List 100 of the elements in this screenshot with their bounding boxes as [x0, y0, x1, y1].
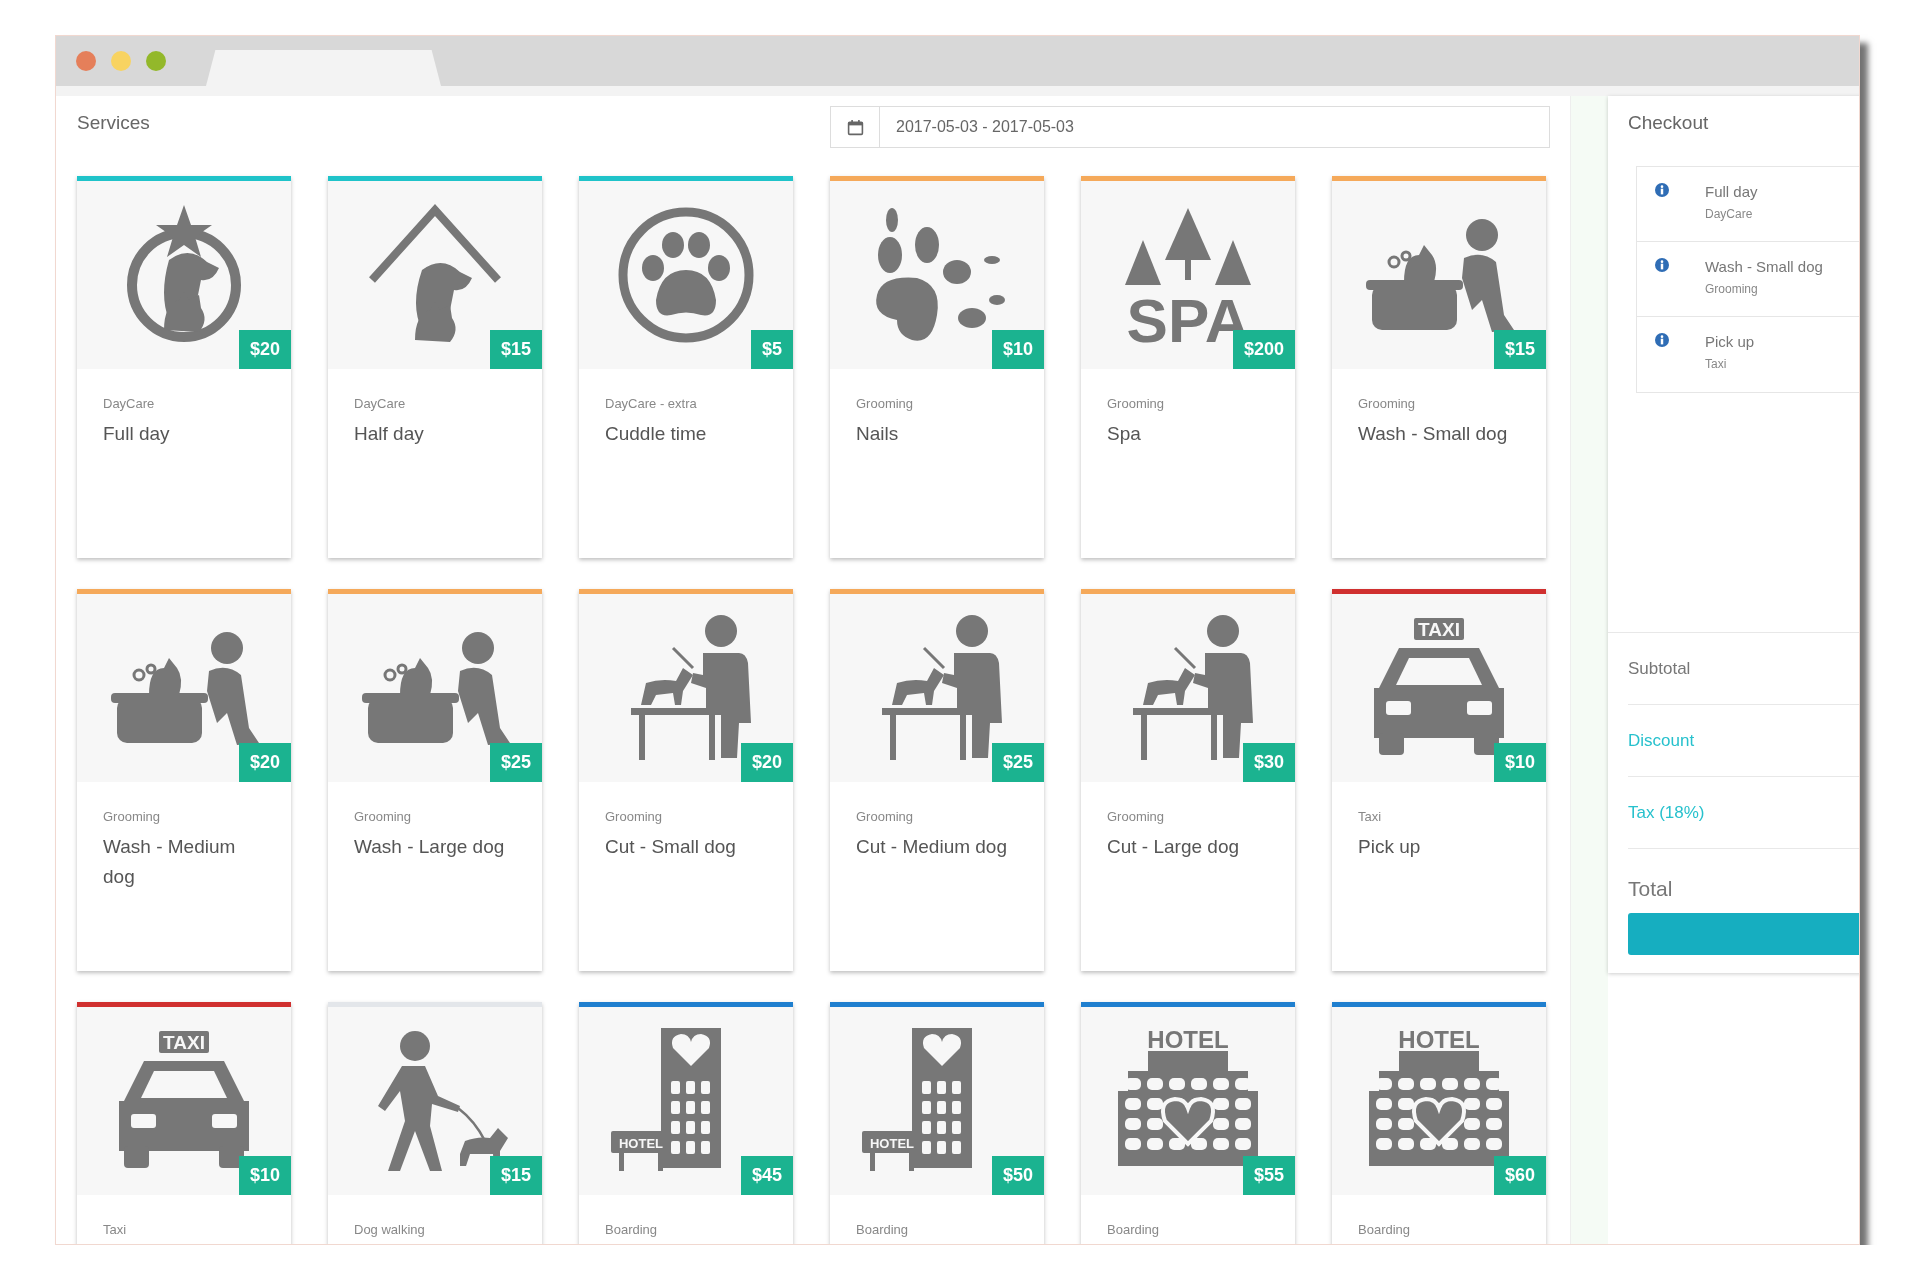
window-close-control[interactable]	[76, 51, 96, 71]
item-category: Taxi	[1705, 357, 1728, 371]
paw-circle-icon	[618, 207, 754, 343]
service-card[interactable]: $5 DayCare - extra Cuddle time	[579, 176, 793, 558]
service-name: Half day	[354, 422, 425, 446]
sign-text: TAXI	[163, 1032, 205, 1053]
hotel-tower-icon	[611, 1028, 721, 1171]
price-badge: $20	[238, 743, 291, 782]
service-card[interactable]: $15 Dog walking	[328, 1002, 542, 1244]
window-maximize-control[interactable]	[146, 51, 166, 71]
services-heading: Services	[77, 112, 150, 134]
price-badge: $5	[750, 330, 793, 369]
service-category: Grooming	[103, 809, 162, 824]
checkout-item[interactable]: Full day DayCare	[1637, 167, 1859, 242]
checkout-button[interactable]	[1628, 913, 1859, 955]
checkout-item[interactable]: Wash - Small dog Grooming	[1637, 242, 1859, 317]
service-category: Boarding	[1107, 1222, 1161, 1237]
sign-text: TAXI	[1418, 619, 1460, 640]
service-name: Wash - Small dog	[1358, 422, 1509, 446]
item-name: Wash - Small dog	[1705, 258, 1823, 275]
summary-label: Subtotal	[1628, 658, 1691, 679]
summary-label: Total	[1628, 877, 1673, 901]
service-card[interactable]: HOTEL $50 Boarding	[830, 1002, 1044, 1244]
service-category: Boarding	[1358, 1222, 1412, 1237]
item-category: DayCare	[1705, 207, 1754, 221]
service-name: Pick up	[1358, 835, 1422, 859]
service-card[interactable]: $30 Grooming Cut - Large dog	[1081, 589, 1295, 971]
service-name: Spa	[1107, 422, 1142, 446]
service-name: Cut - Small dog	[605, 835, 737, 859]
service-category: Dog walking	[354, 1222, 426, 1237]
price-badge: $25	[991, 743, 1044, 782]
price-badge: $15	[489, 330, 542, 369]
service-category: Grooming	[856, 809, 915, 824]
service-card[interactable]: HOTEL $60 Boarding	[1332, 1002, 1546, 1244]
service-card[interactable]: $15 Grooming Wash - Small dog	[1332, 176, 1546, 558]
info-icon[interactable]	[1655, 258, 1669, 272]
calendar-icon	[846, 118, 864, 136]
paw-prints-icon	[876, 208, 1005, 341]
price-badge: $25	[489, 743, 542, 782]
item-category: Grooming	[1705, 282, 1759, 296]
checkout-item[interactable]: Pick up Taxi	[1637, 317, 1859, 392]
hotel-building-icon	[1369, 1051, 1509, 1166]
service-card[interactable]: $25 Grooming Cut - Medium dog	[830, 589, 1044, 971]
date-range-field[interactable]: 2017-05-03 - 2017-05-03	[830, 106, 1550, 148]
price-badge: $45	[740, 1156, 793, 1195]
sign-text: HOTEL	[1398, 1026, 1480, 1053]
dog-grooming-icon	[1133, 615, 1253, 760]
sign-text: HOTEL	[869, 1136, 915, 1151]
item-name: Pick up	[1705, 333, 1755, 350]
service-category: Grooming	[1107, 809, 1166, 824]
service-name: Wash - Medium dog	[103, 835, 237, 889]
sign-text: HOTEL	[1147, 1026, 1229, 1053]
taxi-icon	[119, 1031, 249, 1168]
service-category: Grooming	[354, 809, 413, 824]
price-badge: $10	[1493, 743, 1546, 782]
dog-bath-icon	[362, 632, 510, 745]
checkout-heading: Checkout	[1627, 111, 1710, 134]
service-category: DayCare - extra	[605, 396, 698, 411]
price-badge: $55	[1242, 1156, 1295, 1195]
service-name: Cut - Large dog	[1107, 835, 1241, 859]
hotel-tower-icon	[862, 1028, 972, 1171]
service-category: Grooming	[856, 396, 915, 411]
service-card[interactable]: HOTEL $55 Boarding	[1081, 1002, 1295, 1244]
service-card[interactable]: TAXI $10 Taxi Pick up	[1332, 589, 1546, 971]
service-category: Taxi	[103, 1222, 128, 1237]
service-card[interactable]: $10 Grooming Nails	[830, 176, 1044, 558]
service-card[interactable]: $20 Grooming Wash - Medium dog	[77, 589, 291, 971]
dog-grooming-icon	[882, 615, 1002, 760]
sign-text: HOTEL	[618, 1136, 664, 1151]
service-name: Cuddle time	[605, 422, 708, 446]
dog-grooming-icon	[631, 615, 751, 760]
price-badge: $10	[238, 1156, 291, 1195]
spa-trees-icon	[1125, 208, 1251, 285]
service-category: DayCare	[103, 396, 156, 411]
service-card[interactable]: $20 Grooming Cut - Small dog	[579, 589, 793, 971]
price-badge: $60	[1493, 1156, 1546, 1195]
service-category: Grooming	[1358, 396, 1417, 411]
service-name: Nails	[856, 422, 900, 446]
service-card[interactable]: $25 Grooming Wash - Large dog	[328, 589, 542, 971]
service-name: Cut - Medium dog	[856, 835, 1008, 859]
service-category: Grooming	[605, 809, 664, 824]
service-name: Wash - Large dog	[354, 835, 506, 859]
dog-bath-icon	[1366, 219, 1514, 332]
service-category: DayCare	[354, 396, 407, 411]
info-icon[interactable]	[1655, 183, 1669, 197]
service-card[interactable]: HOTEL $45 Boarding	[579, 1002, 793, 1244]
info-icon[interactable]	[1655, 333, 1669, 347]
dog-cat-star-icon	[127, 205, 241, 342]
price-badge: $15	[489, 1156, 542, 1195]
service-card[interactable]: $20 DayCare Full day	[77, 176, 291, 558]
hotel-building-icon	[1118, 1051, 1258, 1166]
service-card[interactable]: $15 DayCare Half day	[328, 176, 542, 558]
price-badge: $30	[1242, 743, 1295, 782]
taxi-icon	[1374, 618, 1504, 755]
item-name: Full day	[1705, 183, 1758, 200]
window-minimize-control[interactable]	[111, 51, 131, 71]
service-category: Taxi	[1358, 809, 1383, 824]
dog-cat-house-icon	[369, 204, 501, 342]
service-card[interactable]: TAXI $10 Taxi	[77, 1002, 291, 1244]
price-badge: $20	[740, 743, 793, 782]
